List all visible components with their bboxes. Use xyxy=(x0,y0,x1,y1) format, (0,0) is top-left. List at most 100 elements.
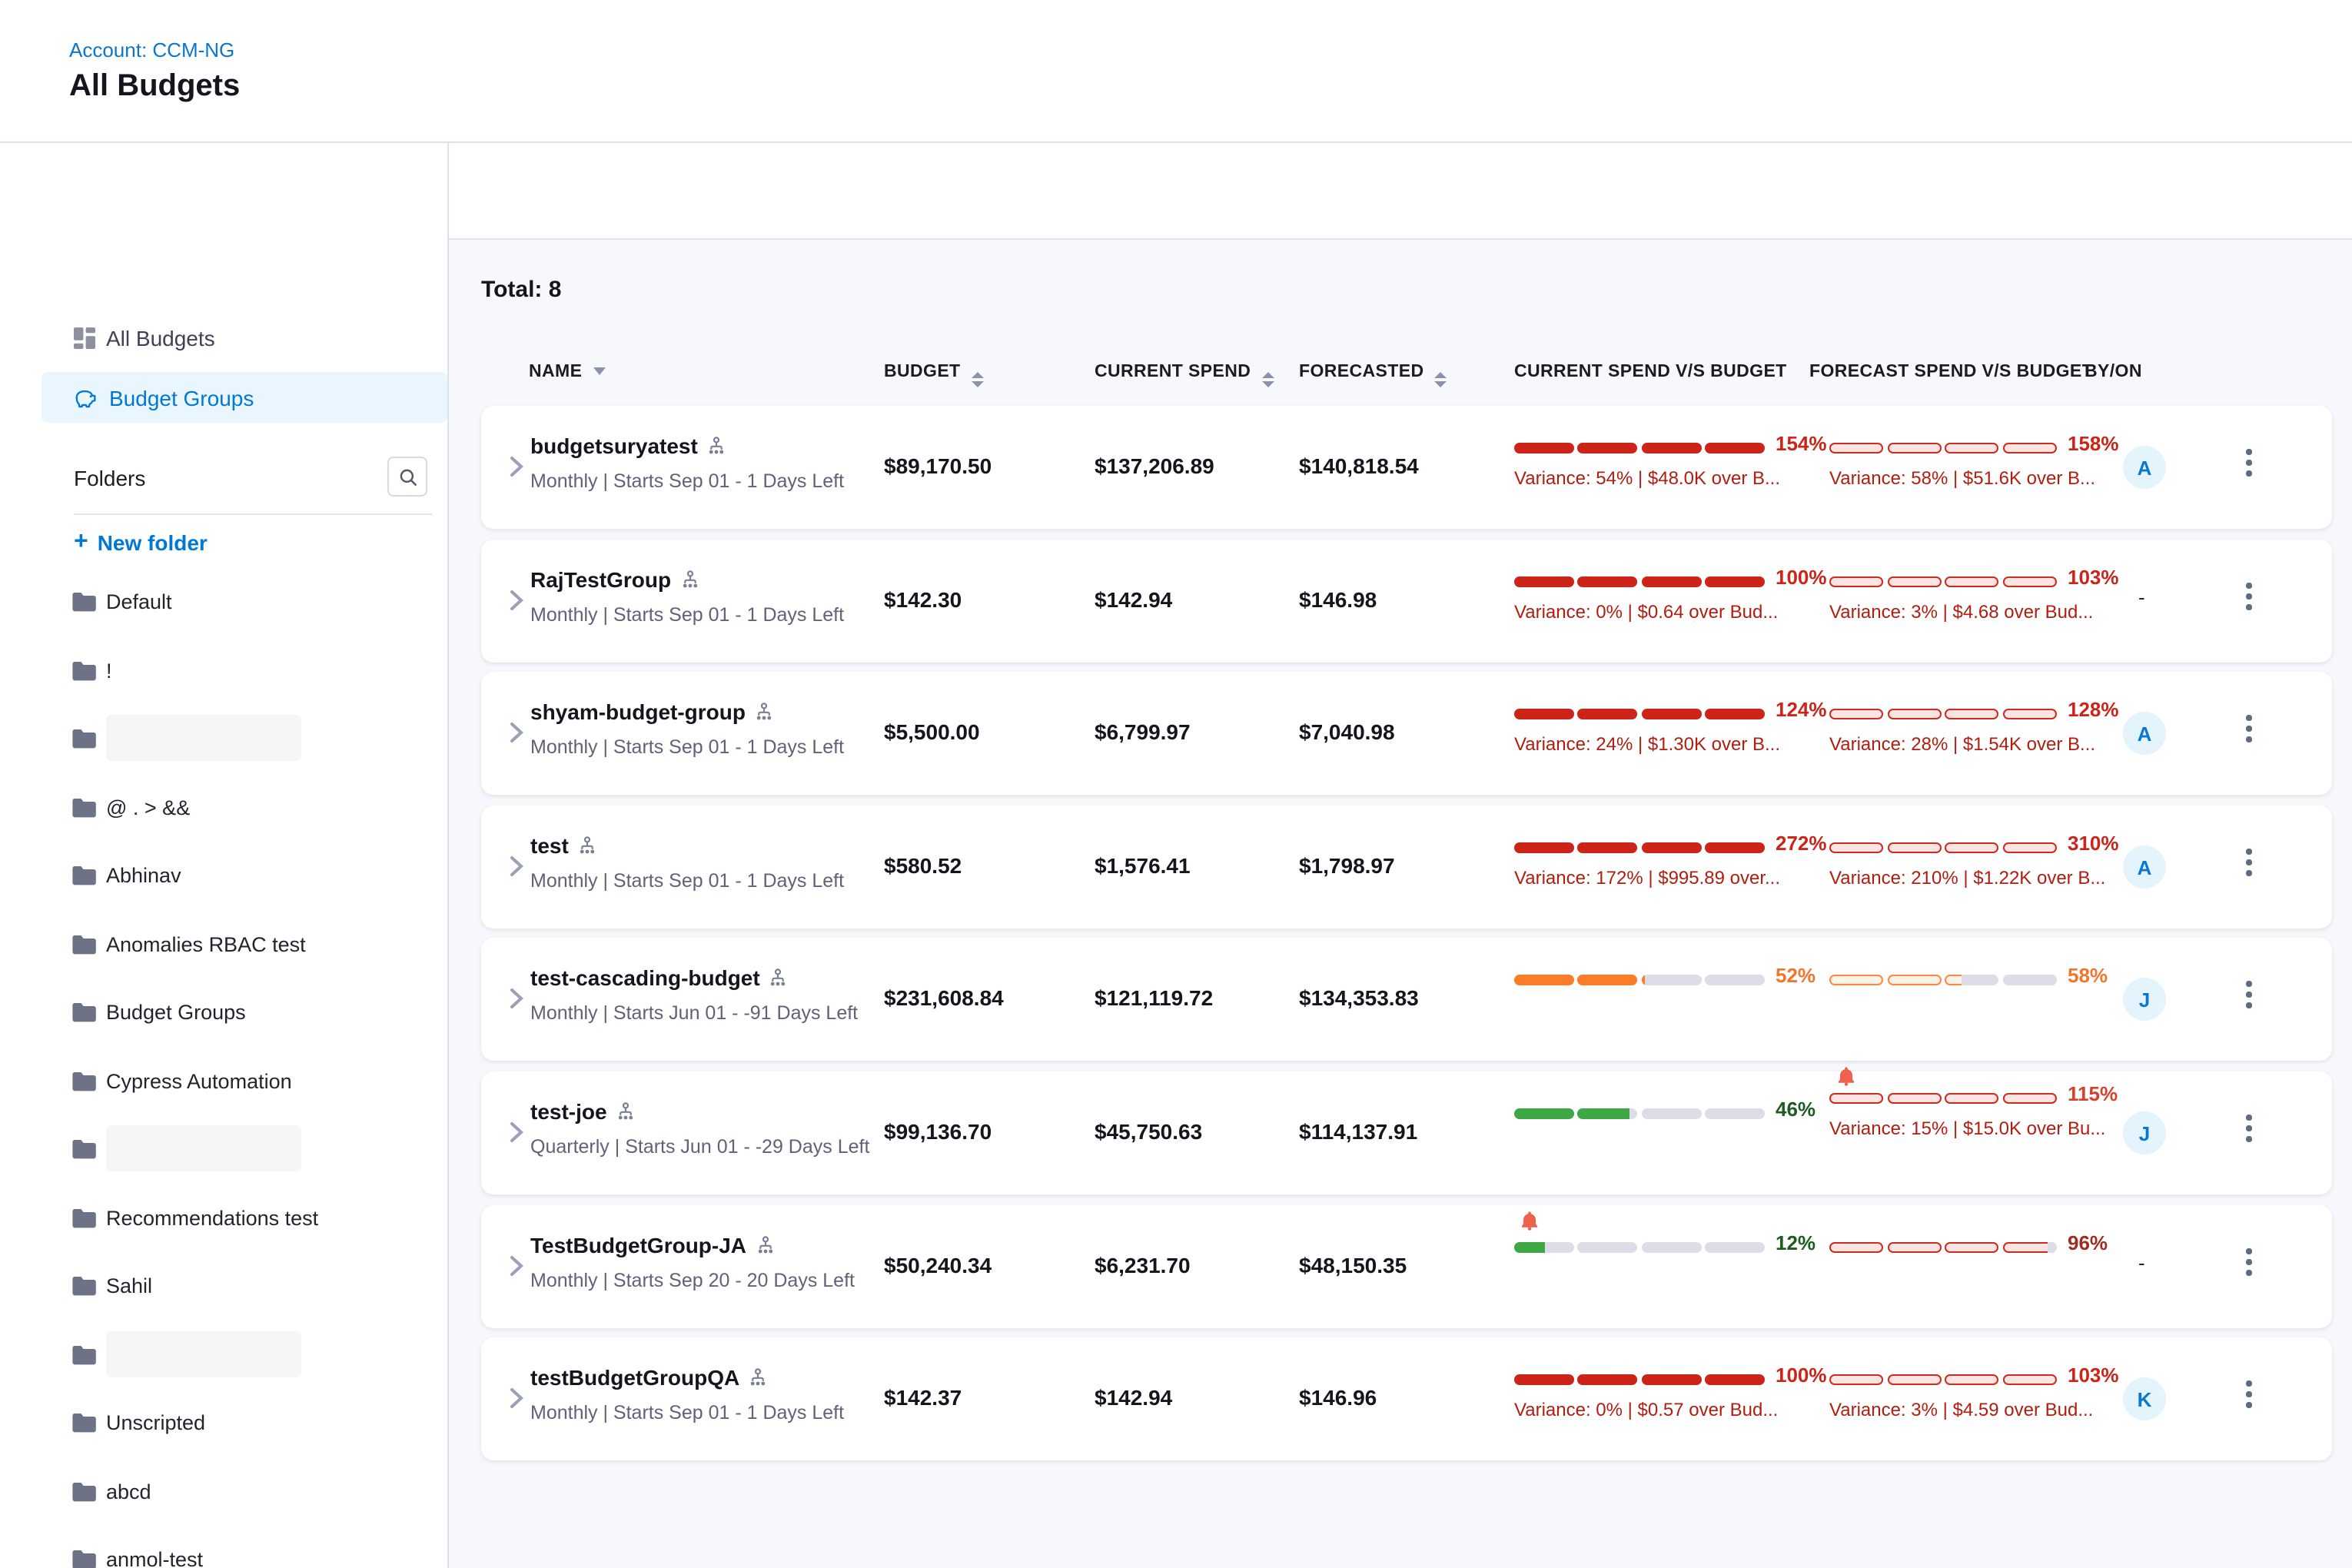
chevron-right-icon[interactable] xyxy=(509,1254,524,1277)
folder-item[interactable]: Recommendations test xyxy=(0,1184,447,1251)
forecast-spend-bar xyxy=(1829,975,2057,985)
folder-item[interactable]: ! xyxy=(0,636,447,704)
app-header: Account: CCM-NG All Budgets xyxy=(0,0,2352,141)
current-variance: Variance: 0% | $0.64 over Bud... xyxy=(1514,601,1778,623)
sort-icon[interactable] xyxy=(1261,372,1274,387)
row-menu-button[interactable] xyxy=(2243,1377,2254,1410)
forecast-spend-bar xyxy=(1829,1242,2057,1253)
budget-group-schedule: Monthly | Starts Sep 01 - 1 Days Left xyxy=(530,604,844,626)
budget-value: $89,170.50 xyxy=(884,453,992,478)
current-spend-value: $142.94 xyxy=(1095,587,1172,612)
current-spend-bar xyxy=(1514,842,1765,853)
folder-icon xyxy=(72,660,97,680)
row-menu-button[interactable] xyxy=(2243,712,2254,745)
chevron-right-icon[interactable] xyxy=(509,721,524,744)
redacted-folder-name xyxy=(106,1125,301,1171)
folder-item[interactable]: Cypress Automation xyxy=(0,1047,447,1115)
column-header[interactable]: BUDGET xyxy=(884,363,984,387)
row-menu-button[interactable] xyxy=(2243,1111,2254,1144)
budget-value: $5,500.00 xyxy=(884,719,980,744)
owner-dash: - xyxy=(2138,586,2145,609)
current-variance: Variance: 0% | $0.57 over Bud... xyxy=(1514,1399,1778,1420)
forecast-variance: Variance: 210% | $1.22K over B... xyxy=(1829,867,2105,889)
folder-icon xyxy=(72,1138,97,1158)
folder-item[interactable]: Budget Groups xyxy=(0,978,447,1045)
forecasted-value: $146.96 xyxy=(1299,1385,1377,1410)
folder-item[interactable] xyxy=(0,1115,447,1182)
folder-item[interactable] xyxy=(0,1321,447,1388)
folder-item[interactable]: Default xyxy=(0,567,447,635)
current-spend-value: $137,206.89 xyxy=(1095,453,1214,478)
budget-group-schedule: Monthly | Starts Sep 01 - 1 Days Left xyxy=(530,736,844,758)
column-header[interactable]: NAME xyxy=(529,363,605,381)
row-menu-button[interactable] xyxy=(2243,845,2254,879)
column-header[interactable]: FORECASTED xyxy=(1299,363,1447,387)
alert-bell-icon xyxy=(1519,1210,1540,1231)
folder-name: Recommendations test xyxy=(106,1206,318,1229)
chevron-right-icon[interactable] xyxy=(509,589,524,612)
folder-item[interactable]: Abhinav xyxy=(0,841,447,909)
folder-item[interactable]: anmol-test xyxy=(0,1525,447,1568)
forecast-spend-bar xyxy=(1829,443,2057,453)
sort-icon[interactable] xyxy=(1434,372,1447,387)
budget-group-name[interactable]: test xyxy=(530,833,596,858)
forecasted-value: $7,040.98 xyxy=(1299,719,1395,744)
folder-list: Default! @ . > &&AbhinavAnomalies RBAC te… xyxy=(0,143,447,1568)
current-spend-value: $6,799.97 xyxy=(1095,719,1191,744)
folder-icon xyxy=(72,1412,97,1432)
budget-group-row: budgetsuryatest Monthly | Starts Sep 01 … xyxy=(481,406,2332,529)
column-header[interactable]: CURRENT SPEND xyxy=(1095,363,1274,387)
chevron-right-icon[interactable] xyxy=(509,855,524,878)
current-spend-bar xyxy=(1514,709,1765,719)
folder-icon xyxy=(72,1071,97,1091)
sort-icon[interactable] xyxy=(972,372,984,387)
hierarchy-icon xyxy=(756,1235,774,1255)
budget-value: $142.30 xyxy=(884,587,962,612)
redacted-folder-name xyxy=(106,1331,301,1377)
forecast-variance: Variance: 15% | $15.0K over Bu... xyxy=(1829,1118,2105,1139)
owner-avatar: A xyxy=(2123,446,2166,489)
row-menu-button[interactable] xyxy=(2243,978,2254,1011)
current-spend-percent: 154% xyxy=(1776,432,1827,455)
account-breadcrumb-link[interactable]: Account: CCM-NG xyxy=(69,38,234,61)
hierarchy-icon xyxy=(578,835,596,855)
forecasted-value: $1,798.97 xyxy=(1299,853,1395,878)
folder-item[interactable]: abcd xyxy=(0,1457,447,1525)
hierarchy-icon xyxy=(755,702,773,722)
budget-group-schedule: Monthly | Starts Jun 01 - -91 Days Left xyxy=(530,1002,858,1024)
folder-item[interactable]: Unscripted xyxy=(0,1388,447,1456)
chevron-right-icon[interactable] xyxy=(509,1387,524,1410)
folder-icon xyxy=(72,591,97,611)
folder-item[interactable]: @ . > && xyxy=(0,773,447,841)
folder-icon xyxy=(72,934,97,954)
budget-group-schedule: Monthly | Starts Sep 01 - 1 Days Left xyxy=(530,1402,844,1423)
budget-group-name[interactable]: shyam-budget-group xyxy=(530,699,773,724)
forecast-variance: Variance: 3% | $4.59 over Bud... xyxy=(1829,1399,2093,1420)
folder-name: Cypress Automation xyxy=(106,1069,292,1092)
row-menu-button[interactable] xyxy=(2243,446,2254,479)
budget-group-name[interactable]: test-joe xyxy=(530,1099,635,1124)
folder-item[interactable]: Sahil xyxy=(0,1251,447,1319)
current-spend-bar xyxy=(1514,1242,1765,1253)
budget-group-name[interactable]: test-cascading-budget xyxy=(530,965,788,990)
budget-value: $99,136.70 xyxy=(884,1119,992,1144)
folder-item[interactable] xyxy=(0,704,447,772)
current-variance: Variance: 24% | $1.30K over B... xyxy=(1514,733,1780,755)
chevron-right-icon[interactable] xyxy=(509,1121,524,1144)
forecasted-value: $146.98 xyxy=(1299,587,1377,612)
folder-item[interactable]: Anomalies RBAC test xyxy=(0,910,447,978)
row-menu-button[interactable] xyxy=(2243,580,2254,613)
chevron-right-icon[interactable] xyxy=(509,987,524,1010)
budget-group-name[interactable]: TestBudgetGroup-JA xyxy=(530,1233,774,1257)
forecast-spend-bar xyxy=(1829,1374,2057,1385)
sort-desc-icon[interactable] xyxy=(593,367,605,375)
toolbar: + Create a new Budget Group xyxy=(449,143,2352,238)
budget-group-name[interactable]: budgetsuryatest xyxy=(530,434,726,458)
row-menu-button[interactable] xyxy=(2243,1245,2254,1278)
current-spend-percent: 52% xyxy=(1776,964,1815,987)
current-spend-value: $142.94 xyxy=(1095,1385,1172,1410)
forecast-spend-percent: 103% xyxy=(2068,566,2119,589)
chevron-right-icon[interactable] xyxy=(509,455,524,478)
budget-group-name[interactable]: testBudgetGroupQA xyxy=(530,1365,767,1390)
budget-group-name[interactable]: RajTestGroup xyxy=(530,567,699,592)
